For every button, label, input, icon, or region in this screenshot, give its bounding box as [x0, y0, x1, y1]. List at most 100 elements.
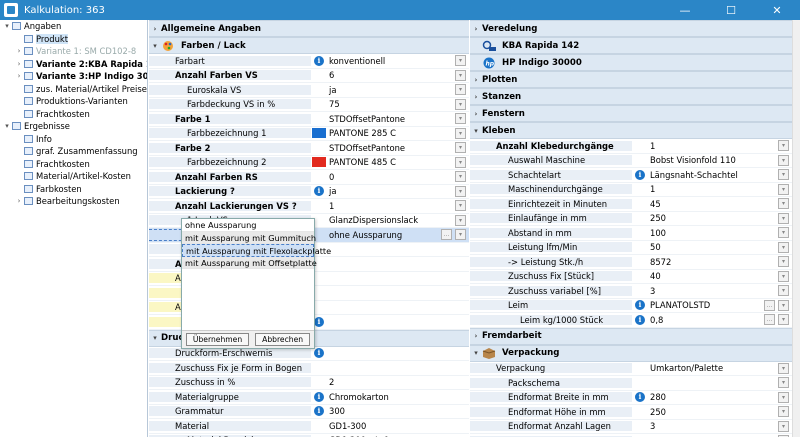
dropdown-button[interactable]: ▾	[778, 362, 789, 374]
info-icon[interactable]: i	[314, 316, 324, 327]
property-value[interactable]: Längsnaht-Schachtel	[648, 170, 778, 180]
property-value[interactable]: konventionell	[327, 56, 455, 66]
property-value[interactable]: 0,8	[648, 315, 764, 325]
collapse-arrow-icon[interactable]: ▾	[470, 349, 482, 357]
property-row-abstand-in-mm[interactable]: Abstand in mm 100 ▾	[470, 226, 792, 241]
property-value[interactable]: PLANATOLSTD	[648, 300, 764, 310]
section-kba-rapida-142[interactable]: KBA Rapida 142	[470, 37, 792, 54]
dropdown-button[interactable]: ▾	[778, 212, 789, 224]
property-value[interactable]: 250	[648, 213, 778, 223]
property-value[interactable]: STDOffsetPantone	[327, 114, 455, 124]
dropdown-button[interactable]: ▾	[455, 84, 466, 96]
tree-item-variante-1-sm-cd102-8[interactable]: › Variante 1: SM CD102-8	[0, 45, 147, 58]
dropdown-button[interactable]: ▾	[778, 314, 789, 326]
collapse-arrow-icon[interactable]: ▾	[149, 334, 161, 342]
section-hp-indigo-30000[interactable]: hp HP Indigo 30000	[470, 54, 792, 71]
info-icon[interactable]: i	[635, 314, 645, 325]
tree-item-variante-3-hp-indigo-3000[interactable]: › Variante 3:HP Indigo 3000…	[0, 70, 147, 83]
dropdown-button[interactable]: ▾	[778, 169, 789, 181]
expand-arrow-icon[interactable]: ▾	[2, 22, 12, 30]
property-row-verpackung[interactable]: Verpackung Umkarton/Palette ▾	[470, 362, 792, 376]
property-value[interactable]: GD1-300	[327, 421, 469, 431]
section-stanzen[interactable]: › Stanzen	[470, 88, 792, 105]
property-row-anzahl-farben-vs[interactable]: Anzahl Farben VS 6 ▾	[149, 69, 469, 83]
section-plotten[interactable]: › Plotten	[470, 71, 792, 88]
dropdown-button[interactable]: ▾	[778, 391, 789, 403]
expander-icon[interactable]: ›	[14, 60, 24, 68]
property-row-euroskala-vs[interactable]: Euroskala VS ja ▾	[149, 83, 469, 98]
expand-arrow-icon[interactable]: ›	[470, 76, 482, 84]
property-row-leistung-stk-h[interactable]: -> Leistung Stk./h 8572 ▾	[470, 255, 792, 270]
dropdown-button[interactable]: ▾	[778, 377, 789, 389]
property-value[interactable]: Umkarton/Palette	[648, 363, 778, 373]
property-row-farbbezeichnung-1[interactable]: Farbbezeichnung 1 PANTONE 285 C ▾	[149, 127, 469, 141]
expand-arrow-icon[interactable]: ›	[470, 93, 482, 101]
property-value[interactable]: 1	[327, 201, 455, 211]
property-value[interactable]: STDOffsetPantone	[327, 143, 455, 153]
dropdown-option-mit-aussparung-mit-flexolackplatte[interactable]: mit Aussparung mit Flexolackplatte	[182, 244, 331, 257]
property-value[interactable]: 250	[648, 407, 778, 417]
ellipsis-button[interactable]: …	[441, 229, 452, 241]
property-value[interactable]: 1	[648, 184, 778, 194]
section-farben-lack[interactable]: ▾ Farben / Lack	[149, 37, 469, 54]
property-value[interactable]: 50	[648, 242, 778, 252]
section-veredelung[interactable]: › Veredelung	[470, 20, 792, 37]
minimize-button[interactable]: —	[662, 0, 708, 20]
property-row-packschema[interactable]: Packschema ▾	[470, 376, 792, 391]
dropdown-button[interactable]: ▾	[455, 142, 466, 154]
property-value[interactable]: 6	[327, 70, 455, 80]
info-icon[interactable]: i	[314, 55, 324, 66]
dropdown-button[interactable]: ▾	[455, 171, 466, 183]
info-icon[interactable]: i	[635, 169, 645, 180]
dropdown-option-mit-aussparung-mit-offsetplatte[interactable]: mit Aussparung mit Offsetplatte	[182, 256, 317, 269]
property-value[interactable]: Chromokarton	[327, 392, 469, 402]
property-row-einrichtezeit-in-minuten[interactable]: Einrichtezeit in Minuten 45 ▾	[470, 197, 792, 212]
dropdown-button[interactable]: ▾	[778, 140, 789, 152]
tree-item-zus-material-artikel-preise[interactable]: zus. Material/Artikel Preise	[0, 83, 147, 96]
property-row-materialgruppe[interactable]: Materialgruppe i Chromokarton	[149, 390, 469, 405]
tree-item-produktions-varianten[interactable]: Produktions-Varianten	[0, 95, 147, 108]
tree-item-frachtkosten[interactable]: Frachtkosten	[0, 108, 147, 121]
property-row-leistung-lfm-min[interactable]: Leistung lfm/Min 50 ▾	[470, 241, 792, 255]
dropdown-button[interactable]: ▾	[455, 127, 466, 139]
dropdown-button[interactable]: ▾	[778, 183, 789, 195]
cancel-button[interactable]: Abbrechen	[255, 333, 311, 346]
section-allgemeine-angaben[interactable]: › Allgemeine Angaben	[149, 20, 469, 37]
expand-arrow-icon[interactable]: ›	[149, 25, 161, 33]
expand-arrow-icon[interactable]: ›	[470, 332, 482, 340]
collapse-arrow-icon[interactable]: ▾	[470, 127, 482, 135]
ellipsis-button[interactable]: …	[764, 299, 775, 311]
info-icon[interactable]: i	[314, 186, 324, 197]
property-value[interactable]: 300	[327, 406, 469, 416]
collapse-arrow-icon[interactable]: ▾	[149, 42, 161, 50]
tree-item-bearbeitungskosten[interactable]: › Bearbeitungskosten	[0, 195, 147, 208]
tree-item-farbkosten[interactable]: Farbkosten	[0, 183, 147, 196]
property-row-einlaufa-nge-in-mm[interactable]: Einlaufänge in mm 250 ▾	[470, 212, 792, 226]
property-row-zuschuss-in[interactable]: Zuschuss in % 2	[149, 376, 469, 390]
dropdown-button[interactable]: ▾	[778, 299, 789, 311]
dropdown-button[interactable]: ▾	[778, 198, 789, 210]
info-icon[interactable]: i	[314, 406, 324, 417]
property-row-auswahl-maschine[interactable]: Auswahl Maschine Bobst Visionfold 110 ▾	[470, 154, 792, 168]
dropdown-button[interactable]: ▾	[778, 285, 789, 297]
property-row-farbe-2[interactable]: Farbe 2 STDOffsetPantone ▾	[149, 141, 469, 156]
tree-item-angaben[interactable]: ▾ Angaben	[0, 20, 147, 33]
dropdown-button[interactable]: ▾	[778, 406, 789, 418]
property-value[interactable]: 100	[648, 228, 778, 238]
dropdown-button[interactable]: ▾	[455, 55, 466, 67]
property-value[interactable]: ohne Aussparung	[327, 230, 441, 240]
info-icon[interactable]: i	[314, 391, 324, 402]
property-value[interactable]: 40	[648, 271, 778, 281]
info-icon[interactable]: i	[635, 392, 645, 403]
dropdown-button[interactable]: ▾	[455, 200, 466, 212]
expander-icon[interactable]: ›	[14, 197, 24, 205]
property-row-anzahl-farben-rs[interactable]: Anzahl Farben RS 0 ▾	[149, 170, 469, 185]
property-row-farbart[interactable]: Farbart i konventionell ▾	[149, 54, 469, 69]
accept-button[interactable]: Übernehmen	[185, 333, 250, 346]
maximize-button[interactable]: ☐	[708, 0, 754, 20]
tree-item-material-artikel-kosten[interactable]: Material/Artikel-Kosten	[0, 170, 147, 183]
property-row-anzahl-klebedurchga-nge[interactable]: Anzahl Klebedurchgänge 1 ▾	[470, 139, 792, 154]
expand-arrow-icon[interactable]: ›	[470, 110, 482, 118]
property-value[interactable]: 280	[648, 392, 778, 402]
property-value[interactable]: GlanzDispersionslack	[327, 215, 455, 225]
